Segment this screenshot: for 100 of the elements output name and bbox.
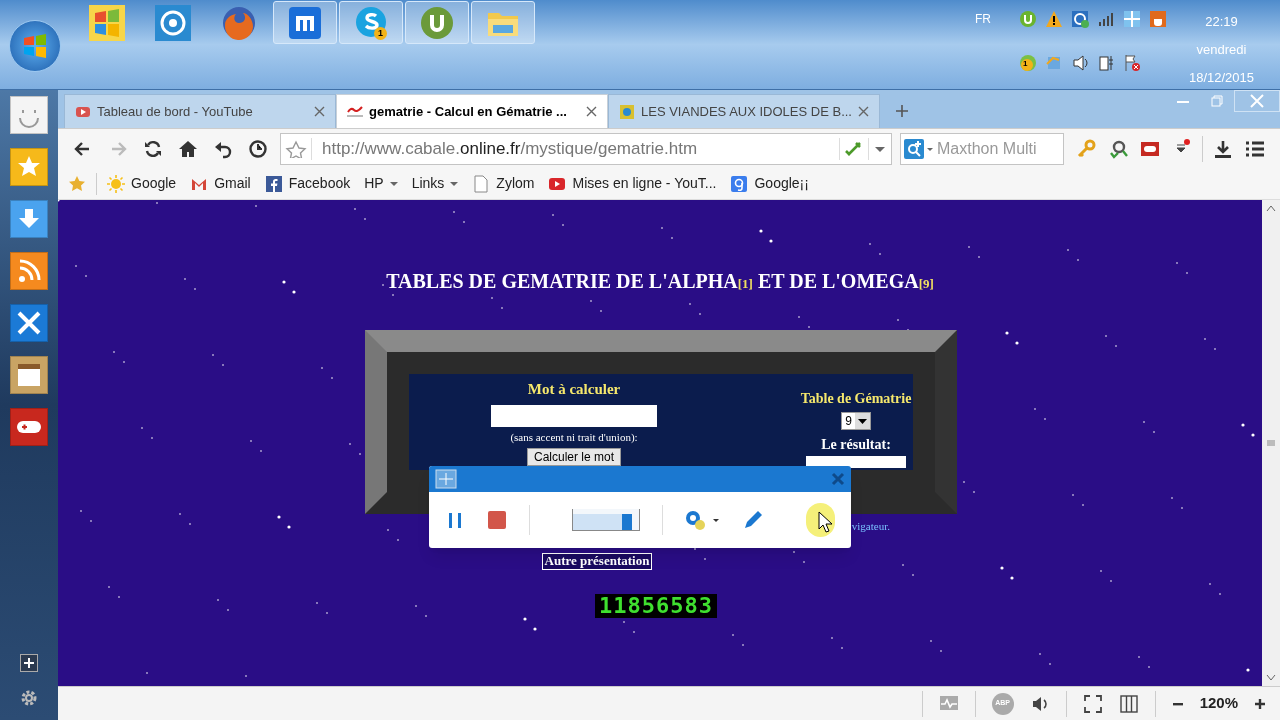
reload-icon [142, 138, 163, 159]
split-view-icon [1118, 693, 1139, 714]
start-button[interactable] [9, 20, 61, 72]
browser-tab[interactable]: Tableau de bord - YouTube [64, 94, 336, 128]
result-field[interactable] [806, 456, 906, 468]
key-icon [1076, 138, 1096, 159]
plus-icon [896, 105, 908, 117]
webcam-button[interactable] [684, 509, 721, 531]
other-view-button[interactable]: Autre présentation [541, 552, 653, 570]
search-placeholder: Maxthon Multi [937, 138, 1037, 159]
clock-day: vendredi [1196, 36, 1247, 64]
notification-count: 1 [374, 27, 387, 40]
add-button[interactable] [20, 654, 38, 672]
table-select[interactable]: 9 [841, 412, 871, 430]
zoom-level: 120% [1199, 693, 1238, 714]
page-icon [472, 174, 491, 193]
table-label: Table de Gématrie [800, 390, 912, 408]
result-label: Le résultat: [821, 436, 891, 454]
notepad-icon [16, 362, 42, 388]
close-icon[interactable] [314, 106, 325, 117]
volume-slider[interactable] [571, 509, 640, 531]
sidebar-button[interactable] [10, 356, 48, 394]
flag-error-icon[interactable] [1122, 54, 1141, 72]
fullscreen-button[interactable] [1082, 693, 1103, 714]
tools-icon [16, 310, 42, 336]
stop-button[interactable] [487, 510, 507, 530]
restore-icon [1211, 95, 1223, 107]
site-logo-icon [619, 103, 635, 120]
history-clock-icon [247, 138, 268, 159]
sidebar-button[interactable] [10, 200, 48, 238]
taskbar-app-button[interactable] [405, 1, 469, 44]
pen-button[interactable] [742, 509, 765, 531]
settings-icon [19, 688, 39, 708]
battery-plug-icon[interactable] [1096, 54, 1115, 72]
settings-button[interactable] [19, 688, 39, 708]
tab-title: LES VIANDES AUX IDOLES DE B... [641, 102, 852, 121]
close-icon [831, 472, 845, 486]
hit-counter: 11856583 [595, 593, 717, 618]
menu-icon [1245, 139, 1265, 158]
stop-icon [487, 510, 507, 530]
webcam-icon [684, 509, 707, 531]
sidebar-button[interactable] [10, 304, 48, 342]
bookmark-link[interactable]: Links [411, 173, 459, 194]
scroll-down-icon [1266, 674, 1276, 682]
close-icon [1250, 94, 1264, 108]
caret-icon [712, 516, 721, 524]
bookmark-link[interactable]: Google [107, 173, 177, 194]
signal-bars-icon[interactable] [1096, 10, 1115, 28]
star-icon[interactable] [68, 174, 86, 193]
cursor-highlight-icon[interactable] [806, 503, 835, 537]
sidebar-button[interactable] [10, 252, 48, 290]
plus-icon [1254, 697, 1266, 710]
taskbar-app-button[interactable] [273, 1, 337, 44]
browser-tab[interactable]: LES VIANDES AUX IDOLES DE B... [608, 94, 880, 128]
download-icon [1213, 138, 1233, 159]
close-icon[interactable] [586, 106, 597, 117]
bookmark-link[interactable]: HP [364, 173, 398, 194]
sidebar-button[interactable] [10, 408, 48, 446]
caret-icon [450, 179, 459, 188]
clock-date: 18/12/2015 [1188, 69, 1254, 87]
rss-feed-icon [16, 258, 42, 284]
scrollbar[interactable] [1262, 200, 1280, 686]
windows-flag-icon [21, 32, 49, 60]
bookmark-link[interactable]: Gmail [190, 173, 251, 194]
plus-icon [24, 658, 34, 668]
target-icon [153, 2, 193, 43]
magnifier-arrow-icon [1108, 138, 1128, 159]
g-logo-icon [730, 174, 749, 193]
close-icon[interactable] [858, 106, 869, 117]
address-bar[interactable]: http://www.cabale.online.fr/mystique/gematrie.htm [280, 132, 892, 165]
volume-fill[interactable] [572, 514, 632, 530]
word-label: Mot à calculer [527, 380, 621, 399]
f-logo-icon [264, 174, 283, 193]
speaker-icon[interactable] [1070, 54, 1089, 72]
scroll-up-icon [1266, 204, 1276, 212]
warning-icon[interactable] [1044, 10, 1063, 28]
word-input-field[interactable] [491, 404, 657, 427]
browser-tab[interactable]: gematrie - Calcul en Gématrie ... [336, 94, 608, 128]
network-check-icon[interactable] [1070, 10, 1089, 28]
note-text: vigateur. [851, 519, 890, 534]
fullscreen-icon [1082, 693, 1103, 714]
taskbar-app-button[interactable]: 1 [339, 1, 403, 44]
sun-icon [107, 174, 125, 193]
calculate-button[interactable]: Calculer le mot [527, 448, 621, 466]
pen-icon [742, 509, 765, 531]
bookmark-link[interactable]: Zylom [472, 173, 535, 194]
clock-time: 22:19 [1205, 13, 1238, 31]
bookmark-link[interactable]: Google¡¡ [730, 173, 809, 194]
bookmark-link[interactable]: Mises en ligne - YouT... [548, 173, 717, 194]
split-view-button[interactable] [1118, 693, 1139, 714]
url-text: http://www.cabale.online.fr/mystique/gematrie.htm [322, 137, 699, 160]
bookmark-link[interactable]: Facebook [264, 173, 351, 194]
home-icon [177, 138, 198, 159]
windows-flag-icon [87, 2, 127, 43]
search-icon [903, 137, 935, 160]
notification-count: 1 [1022, 60, 1028, 68]
zoom-in-button[interactable] [1254, 697, 1266, 710]
page-title: TABLES DE GEMATRIE DE L'ALPHA[1] ET DE L'OMEGA[9] [386, 269, 934, 294]
java-cup-icon[interactable] [1148, 10, 1167, 28]
grid-app-icon[interactable] [1122, 10, 1141, 28]
